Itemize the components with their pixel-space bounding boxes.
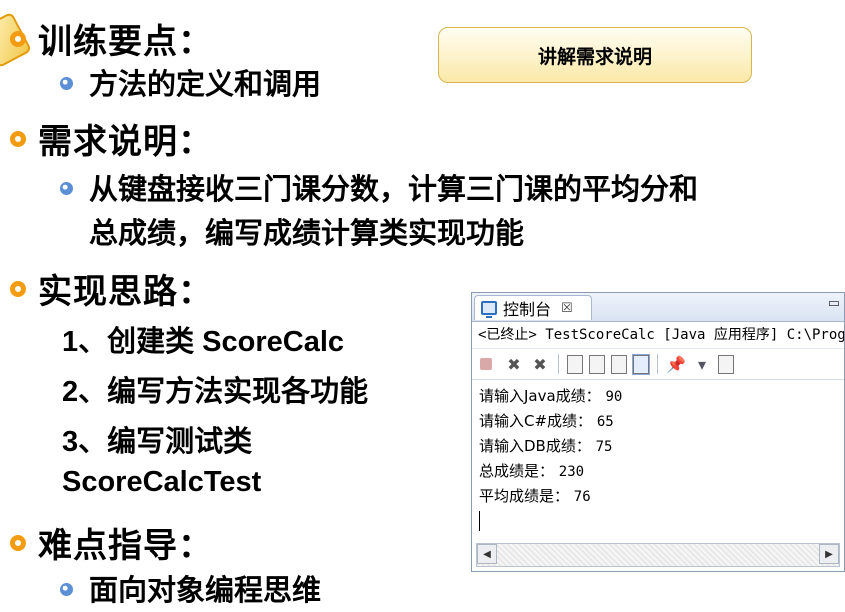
monitor-icon — [481, 301, 497, 318]
remove-icon[interactable]: ✖ — [504, 354, 524, 374]
console-process-path: <已终止> TestScoreCalc [Java 应用程序] C:\Prog — [472, 322, 844, 349]
section-heading-difficulty: 难点指导： — [10, 518, 213, 567]
requirement-item: 从键盘接收三门课分数，计算三门课的平均分和 总成绩，编写成绩计算类实现功能 — [60, 167, 698, 255]
bullet-dot-icon — [60, 77, 73, 90]
clear-console-icon[interactable] — [567, 354, 583, 374]
close-icon[interactable]: ☒ — [561, 301, 573, 316]
remove-all-icon[interactable]: ✖ — [530, 354, 550, 374]
difficulty-title: 难点指导： — [38, 526, 213, 566]
stop-icon[interactable] — [480, 358, 492, 370]
explain-requirement-button[interactable]: 讲解需求说明 — [438, 27, 752, 83]
minimize-icon[interactable]: ▭ — [828, 296, 840, 311]
points-item-text: 方法的定义和调用 — [89, 67, 322, 101]
difficulty-item: 面向对象编程思维 — [60, 568, 321, 612]
bullet-ring-icon — [10, 534, 26, 551]
scroll-lock-icon[interactable] — [589, 354, 605, 374]
console-view: 控制台 ☒ ▭ <已终止> TestScoreCalc [Java 应用程序] … — [471, 292, 845, 572]
approach-title: 实现思路： — [38, 272, 213, 312]
toolbar-separator — [558, 354, 559, 374]
section-heading-requirement: 需求说明： — [10, 114, 213, 163]
output-line: 平均成绩是： 76 — [479, 487, 591, 505]
open-console-icon[interactable]: ▾ — [692, 354, 712, 374]
bullet-ring-icon — [10, 280, 26, 297]
console-toolbar: ✖ ✖ 📌 ▾ — [472, 349, 844, 380]
difficulty-item-text: 面向对象编程思维 — [89, 573, 322, 607]
output-line: 请输入DB成绩： 75 — [479, 437, 613, 455]
show-on-output-icon[interactable] — [632, 353, 650, 375]
console-tab-label: 控制台 — [503, 300, 552, 319]
approach-step-3: 3、编写测试类 — [62, 426, 253, 458]
bullet-dot-icon — [60, 182, 73, 195]
word-wrap-icon[interactable] — [611, 354, 627, 374]
approach-step-2: 2、编写方法实现各功能 — [62, 376, 369, 408]
horizontal-scrollbar[interactable]: ◀ ▶ — [476, 543, 840, 567]
scroll-right-icon[interactable]: ▶ — [819, 544, 839, 564]
console-tabbar: 控制台 ☒ ▭ — [472, 293, 844, 322]
pin-icon[interactable]: 📌 — [666, 354, 686, 374]
bullet-ring-icon — [10, 130, 26, 147]
section-heading-points: 训练要点： — [10, 14, 213, 63]
console-output: 请输入Java成绩： 90 请输入C#成绩： 65 请输入DB成绩： 75 总成… — [472, 380, 844, 531]
bullet-ring-icon — [10, 30, 26, 47]
points-item: 方法的定义和调用 — [60, 62, 321, 106]
requirement-line-1: 从键盘接收三门课分数，计算三门课的平均分和 — [89, 172, 699, 206]
approach-step-3-cont: ScoreCalcTest — [62, 466, 262, 498]
tab-console[interactable]: 控制台 ☒ — [474, 295, 592, 320]
requirement-line-2: 总成绩，编写成绩计算类实现功能 — [89, 216, 525, 250]
scroll-left-icon[interactable]: ◀ — [477, 544, 497, 564]
output-line: 请输入Java成绩： 90 — [479, 387, 623, 405]
output-line: 请输入C#成绩： 65 — [479, 412, 614, 430]
points-title: 训练要点： — [38, 22, 213, 62]
text-caret — [479, 511, 480, 531]
toolbar-separator — [657, 354, 658, 374]
approach-step-1: 1、创建类 ScoreCalc — [62, 326, 345, 358]
callout-label: 讲解需求说明 — [537, 45, 652, 68]
section-heading-approach: 实现思路： — [10, 264, 213, 313]
new-console-icon[interactable] — [718, 354, 734, 374]
bullet-dot-icon — [60, 583, 73, 596]
output-line: 总成绩是： 230 — [479, 462, 585, 480]
requirement-title: 需求说明： — [38, 122, 213, 162]
